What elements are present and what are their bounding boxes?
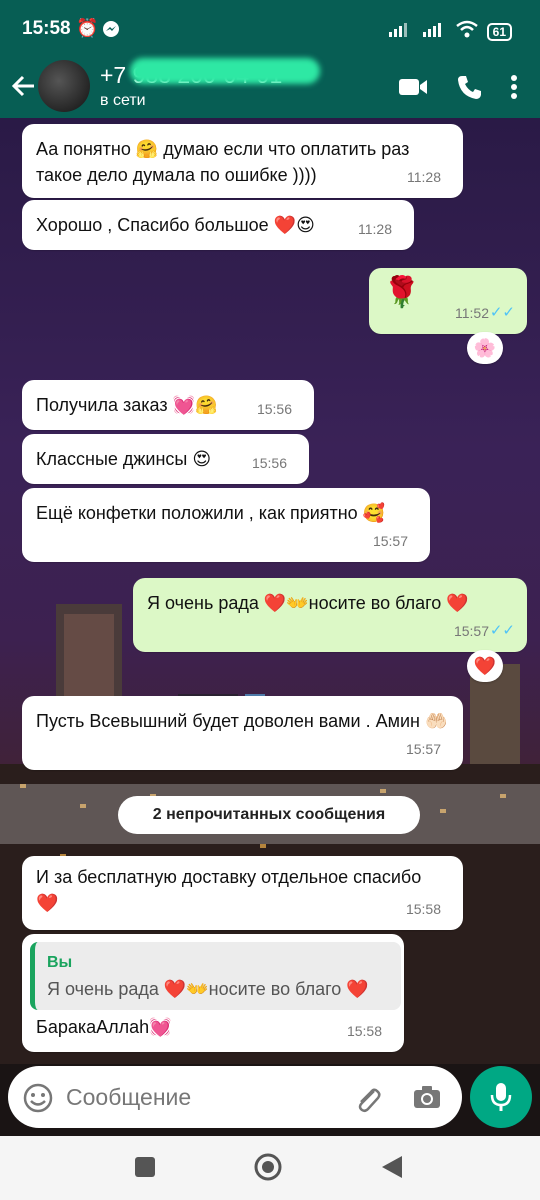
video-call-icon[interactable] [398,76,428,103]
message-text: И за бесплатную доставку отдельное спаси… [36,867,422,913]
message-time: 15:56 [256,401,292,417]
signal-icon-2 [421,20,447,43]
message-bubble[interactable]: 🌹 11:52 ✓✓ [369,268,527,334]
back-arrow-icon[interactable] [10,72,38,105]
voice-call-icon[interactable] [456,74,482,105]
message-text: Аа понятно 🤗 думаю если что оплатить раз… [36,139,410,185]
message-bubble[interactable]: Аа понятно 🤗 думаю если что оплатить раз… [22,124,463,198]
message-time: 11:52 [455,305,489,321]
message-text: Хорошо , Спасибо большое ❤️😍 [36,215,315,235]
read-tick-icon: ✓✓ [489,622,515,639]
message-bubble[interactable]: Классные джинсы 😍 15:56 [22,434,309,484]
emoji-icon[interactable] [22,1082,54,1119]
quoted-message[interactable]: Вы Я очень рада ❤️👐носите во благо ❤️ [30,942,401,1010]
mic-icon [490,1083,512,1111]
message-time: 15:57 [372,533,408,549]
battery-indicator: 61 [486,22,512,41]
unread-banner-strip: 2 непрочитанных сообщения [0,784,540,844]
message-text: Я очень рада ❤️👐носите во благо ❤️ [147,593,469,613]
chat-header: +7 988 200-04-91 в сети [0,58,540,118]
message-text: Классные джинсы 😍 [36,449,212,469]
back-nav-icon[interactable] [380,1154,404,1185]
contact-status: в сети [100,92,146,109]
recents-icon[interactable] [134,1156,156,1183]
message-time: 15:57 [405,741,441,757]
home-icon[interactable] [253,1152,283,1187]
message-text: Пусть Всевышний будет доволен вами . Ами… [36,711,448,731]
camera-icon[interactable] [412,1084,442,1115]
message-input[interactable]: Сообщение [8,1066,462,1128]
unread-banner: 2 непрочитанных сообщения [118,796,420,834]
signal-icon [387,20,413,43]
message-time: 15:58 [405,901,441,917]
message-bubble[interactable]: Ещё конфетки положили , как приятно 🥰 15… [22,488,430,562]
message-bubble[interactable]: Пусть Всевышний будет доволен вами . Ами… [22,696,463,770]
composer: Сообщение [0,1064,540,1136]
message-text: Ещё конфетки положили , как приятно 🥰 [36,503,386,523]
message-text: БаракаАллаh💓 [36,1017,172,1037]
message-time: 15:57 [453,623,489,639]
wifi-icon [455,20,479,43]
message-time: 15:58 [346,1023,382,1039]
mic-button[interactable] [470,1066,532,1128]
read-tick-icon: ✓✓ [489,304,515,321]
attach-icon[interactable] [352,1083,382,1118]
message-text: 🌹 [383,276,421,309]
message-time: 15:56 [251,455,287,471]
quote-text: Я очень рада ❤️👐носите во благо ❤️ [47,979,369,999]
message-bubble[interactable]: И за бесплатную доставку отдельное спаси… [22,856,463,930]
message-bubble[interactable]: Хорошо , Спасибо большое ❤️😍 11:28 [22,200,414,250]
redaction-scribble [130,58,320,84]
system-navbar [0,1136,540,1200]
message-time: 11:28 [358,221,392,237]
message-bubble[interactable]: Получила заказ 💓🤗 15:56 [22,380,314,430]
status-bar: 15:58 ⏰ 61 [0,0,540,60]
alarm-icon: ⏰ [76,18,99,38]
message-text: Получила заказ 💓🤗 [36,395,218,415]
avatar[interactable] [38,60,90,112]
status-time: 15:58 [22,18,71,39]
chat-area[interactable]: Аа понятно 🤗 думаю если что оплатить раз… [0,118,540,1064]
quote-author: Вы [47,954,73,971]
messenger-icon [102,20,120,43]
status-right-icons: 61 [387,20,512,43]
more-options-icon[interactable] [510,74,518,105]
message-placeholder: Сообщение [66,1084,192,1110]
message-time: 11:28 [407,169,441,185]
message-bubble[interactable]: Я очень рада ❤️👐носите во благо ❤️ 15:57… [133,578,527,652]
reaction-badge[interactable]: 🌸 [467,332,503,364]
reaction-badge[interactable]: ❤️ [467,650,503,682]
message-bubble[interactable]: Вы Я очень рада ❤️👐носите во благо ❤️ Ба… [22,934,404,1052]
